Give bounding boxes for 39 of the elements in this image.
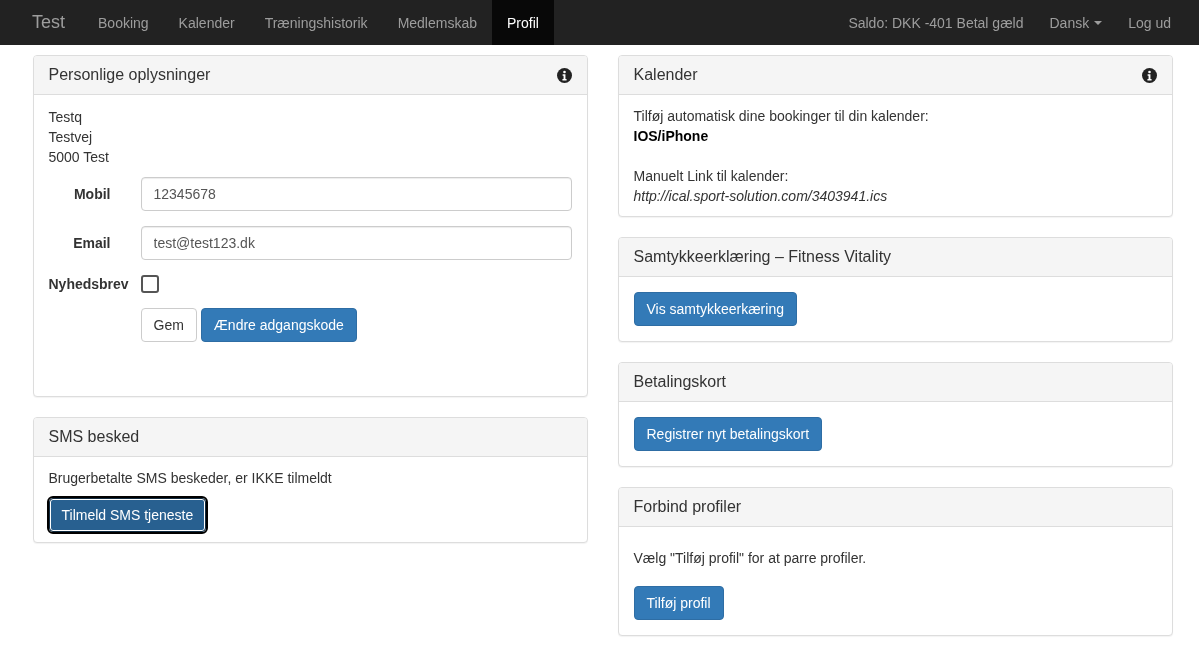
instruction-text: Tilføj automatisk dine bookinger til din kalender: <box>633 107 930 126</box>
nav-link[interactable]: Medlemskab <box>382 0 492 45</box>
panel-title: Kalender <box>633 66 698 84</box>
status-text: Brugerbetalte SMS beskeder, er IKKE tilmeldt <box>48 470 333 486</box>
address-line: 5000 Test <box>48 148 110 167</box>
form-button[interactable]: Ændre adgangskode <box>200 308 357 342</box>
balance-link[interactable]: Saldo: DKK -401 Betal gæld <box>835 0 1037 45</box>
instruction-text: Manuelt Link til kalender: <box>633 167 790 186</box>
caret-icon <box>1094 20 1103 25</box>
info-icon[interactable] <box>556 67 572 83</box>
panel-title: Betalingskort <box>633 373 726 391</box>
subscribe-button[interactable]: Tilmeld SMS tjeneste <box>48 498 207 532</box>
instruction-text: Vælg "Tilføj profil" for at parre profiler. <box>633 550 868 566</box>
panel-title: Forbind profiler <box>633 498 742 516</box>
info-icon[interactable] <box>1141 67 1157 83</box>
nav-link[interactable]: Træningshistorik <box>249 0 383 45</box>
register-card-button[interactable]: Registrer nyt betalingskort <box>633 417 823 451</box>
nav-link[interactable]: Booking <box>83 0 164 45</box>
panel-title: SMS besked <box>48 428 140 446</box>
address-line: Testvej <box>48 128 94 147</box>
calendar-url: http://ical.sport-solution.com/3403941.ics <box>633 188 888 204</box>
add-profile-button[interactable]: Tilføj profil <box>633 586 724 620</box>
panel-title: Samtykkeerklæring – Fitness Vitality <box>633 248 892 266</box>
address-line: Testq <box>48 108 83 127</box>
logout-link[interactable]: Log ud <box>1115 0 1184 45</box>
field-label: Mobil <box>72 186 111 202</box>
brand-link[interactable]: Test <box>17 0 80 45</box>
checkbox[interactable] <box>140 275 159 293</box>
field-label: Email <box>72 235 111 251</box>
nav-link[interactable]: Profil <box>492 0 554 45</box>
field-label: Nyhedsbrev <box>48 276 129 292</box>
form-button[interactable]: Gem <box>140 308 197 342</box>
panel-title: Personlige oplysninger <box>48 66 211 84</box>
language-dropdown[interactable]: Dansk <box>1036 0 1116 45</box>
ios-link[interactable]: IOS/iPhone <box>633 128 709 144</box>
consent-button[interactable]: Vis samtykkeerkæring <box>633 292 797 326</box>
input-field[interactable]: 12345678 <box>140 177 572 211</box>
nav-link[interactable]: Kalender <box>163 0 250 45</box>
input-field[interactable]: test@test123.dk <box>140 226 572 260</box>
